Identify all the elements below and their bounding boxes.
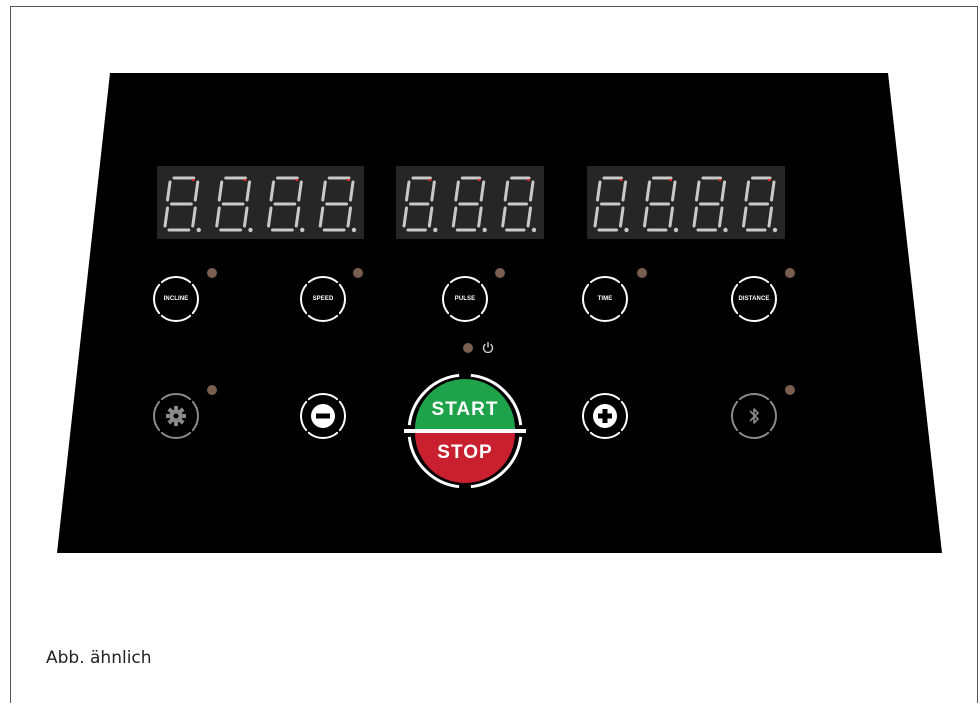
decimal-point [300, 227, 305, 233]
plus-icon [593, 404, 617, 428]
indicator-led [785, 385, 795, 395]
pulse-button[interactable]: PULSE [455, 296, 476, 302]
display-left [157, 166, 364, 239]
time-button[interactable]: TIME [598, 296, 613, 302]
stop-button[interactable]: STOP [437, 442, 492, 464]
indicator-led [785, 268, 795, 278]
display-right [587, 166, 785, 239]
indicator-led [463, 343, 473, 353]
console-panel [57, 73, 942, 553]
indicator-led [495, 268, 505, 278]
displays-group [157, 166, 785, 239]
minus-icon [311, 404, 335, 428]
speed-button[interactable]: SPEED [313, 296, 334, 302]
decimal-point [351, 227, 357, 233]
caption: Abb. ähnlich [46, 648, 152, 668]
indicator-led [637, 268, 647, 278]
decimal-point [772, 227, 778, 233]
decimal-point [624, 227, 629, 233]
display-center [396, 166, 544, 239]
decimal-point [482, 227, 487, 233]
decimal-point [673, 227, 679, 233]
indicator-led [207, 268, 217, 278]
incline-button[interactable]: INCLINE [164, 296, 189, 302]
gear-icon [166, 406, 186, 426]
start-stop-divider [404, 429, 526, 433]
decimal-point [531, 227, 537, 233]
distance-button[interactable]: DISTANCE [738, 296, 769, 302]
decimal-point [248, 227, 253, 233]
decimal-point [196, 227, 201, 233]
indicator-led [353, 268, 363, 278]
decimal-point [723, 227, 728, 233]
console-panel-svg [57, 73, 942, 553]
indicator-led [207, 385, 217, 395]
decimal-point [433, 227, 438, 233]
start-button[interactable]: START [432, 399, 499, 421]
